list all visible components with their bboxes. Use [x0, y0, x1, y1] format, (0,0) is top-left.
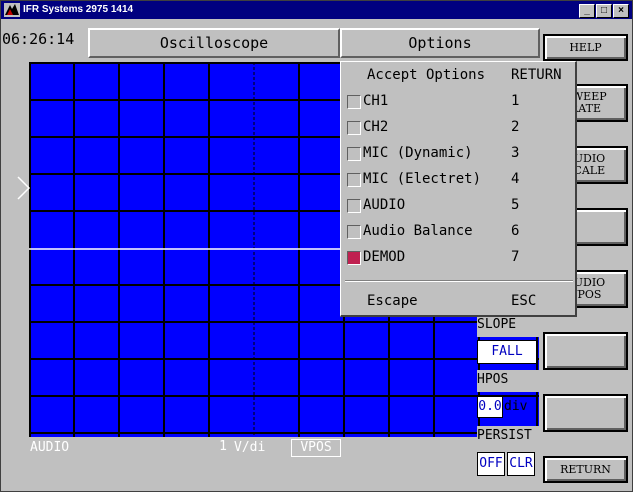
ch2-key: 2: [511, 119, 520, 135]
audio-key: 5: [511, 197, 520, 213]
menu-item-mic-electret[interactable]: MIC (Electret) 4: [345, 168, 573, 190]
audio-label: AUDIO: [363, 197, 406, 213]
menu-item-demod[interactable]: DEMOD 7: [345, 246, 573, 268]
ch2-checkbox[interactable]: [347, 121, 361, 135]
slope-label: SLOPE: [477, 315, 543, 337]
menu-item-audio-balance[interactable]: Audio Balance 6: [345, 220, 573, 242]
close-button[interactable]: ×: [613, 4, 629, 18]
demod-key: 7: [511, 249, 520, 265]
hpos-value-field[interactable]: 0.0: [477, 396, 503, 418]
options-dropdown-menu: Accept Options RETURN CH1 1 CH2 2 MIC (D…: [340, 61, 577, 317]
ch1-checkbox[interactable]: [347, 95, 361, 109]
mic-dynamic-key: 3: [511, 145, 520, 161]
ch1-label: CH1: [363, 93, 389, 109]
menu-item-ch1[interactable]: CH1 1: [345, 90, 573, 112]
help-button-label: HELP: [569, 41, 602, 54]
mic-dynamic-label: MIC (Dynamic): [363, 145, 473, 161]
scale-value[interactable]: 1: [205, 440, 229, 456]
ch1-key: 1: [511, 93, 520, 109]
audio-balance-checkbox[interactable]: [347, 225, 361, 239]
audio-balance-label: Audio Balance: [363, 223, 473, 239]
hpos-label: HPOS: [477, 370, 543, 392]
scale-unit: V/di: [234, 440, 266, 455]
mode-title: Oscilloscope: [88, 28, 340, 58]
persist-clear-button[interactable]: CLR: [507, 452, 535, 476]
help-button[interactable]: HELP: [543, 34, 628, 61]
menu-item-mic-dynamic[interactable]: MIC (Dynamic) 3: [345, 142, 573, 164]
accept-options-item[interactable]: Accept Options RETURN: [345, 64, 573, 86]
demod-label: DEMOD: [363, 249, 406, 265]
audio-checkbox[interactable]: [347, 199, 361, 213]
slope-value-field[interactable]: FALL: [477, 340, 537, 364]
mic-electret-label: MIC (Electret): [363, 171, 482, 187]
channel-label: AUDIO: [30, 440, 70, 455]
menu-item-ch2[interactable]: CH2 2: [345, 116, 573, 138]
menu-item-escape[interactable]: Escape ESC: [345, 290, 573, 312]
window-title: IFR Systems 2975 1414: [23, 4, 134, 15]
app-logo-icon: [4, 3, 20, 17]
escape-label: Escape: [367, 293, 418, 309]
menu-item-audio[interactable]: AUDIO 5: [345, 194, 573, 216]
vpos-indicator[interactable]: VPOS: [291, 439, 341, 457]
mic-electret-checkbox[interactable]: [347, 173, 361, 187]
ch2-label: CH2: [363, 119, 389, 135]
escape-key: ESC: [511, 293, 537, 309]
title-bar[interactable]: IFR Systems 2975 1414 _ □ ×: [1, 1, 632, 19]
persist-label: PERSIST: [477, 426, 543, 448]
demod-checkbox[interactable]: [347, 251, 361, 265]
hpos-unit: div: [504, 399, 528, 414]
return-button-label: RETURN: [560, 463, 611, 476]
trace-marker-icon: [17, 176, 31, 200]
clock-display: 06:26:14: [2, 30, 75, 48]
options-menu-button[interactable]: Options: [340, 28, 540, 58]
accept-options-key: RETURN: [511, 67, 562, 83]
mic-dynamic-checkbox[interactable]: [347, 147, 361, 161]
menu-separator: [345, 280, 573, 282]
persist-off-button[interactable]: OFF: [477, 452, 505, 476]
maximize-button[interactable]: □: [596, 4, 612, 18]
accept-options-label: Accept Options: [367, 67, 486, 83]
minimize-button[interactable]: _: [579, 4, 595, 18]
audio-balance-key: 6: [511, 223, 520, 239]
mic-electret-key: 4: [511, 171, 520, 187]
return-button[interactable]: RETURN: [543, 456, 628, 483]
softkey-7-button[interactable]: [543, 394, 628, 432]
softkey-6-button[interactable]: [543, 332, 628, 370]
